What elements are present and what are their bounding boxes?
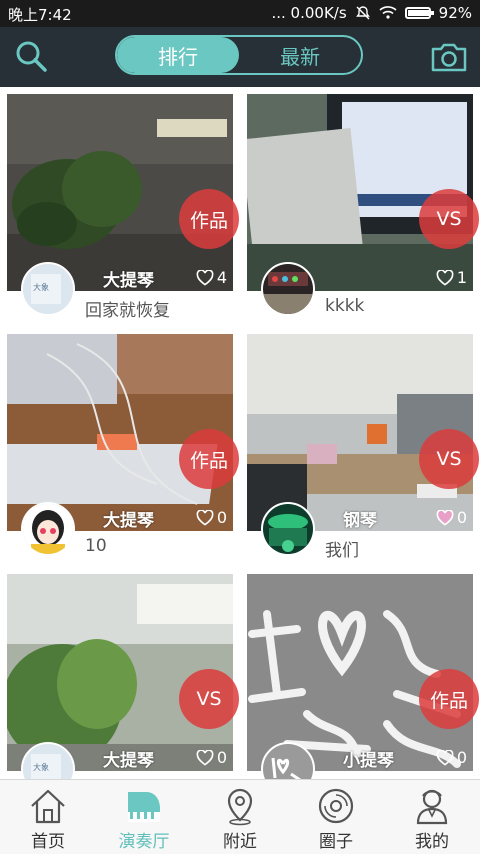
feed-card[interactable]: 作品 小提琴 0 <box>247 574 479 796</box>
feed-card[interactable]: 作品 大提琴 0 10 <box>7 334 239 566</box>
segment-control: 排行 最新 <box>115 35 363 75</box>
feed-card[interactable]: 作品 大象 大提琴 4 回家就恢复 <box>7 94 239 326</box>
mute-icon <box>355 6 370 20</box>
instrument-label: 大提琴 <box>103 751 154 771</box>
likes-count[interactable]: 0 <box>196 508 227 527</box>
user-icon <box>416 789 448 825</box>
feed-card[interactable]: VS 钢琴 0 我们 <box>247 334 479 566</box>
likes-count[interactable]: 4 <box>196 268 227 287</box>
heart-icon <box>196 269 214 286</box>
instrument-label: 大提琴 <box>103 271 154 291</box>
nav-home[interactable]: 首页 <box>0 780 96 854</box>
avatar[interactable] <box>21 502 75 556</box>
top-bar: 排行 最新 <box>0 27 480 87</box>
status-time: 晚上7:42 <box>8 6 72 24</box>
wifi-icon <box>379 6 397 19</box>
vs-badge: VS <box>179 669 239 729</box>
tab-ranking[interactable]: 排行 <box>117 37 239 73</box>
instrument-label: 小提琴 <box>343 751 394 771</box>
location-pin-icon <box>227 788 253 826</box>
instrument-label: 钢琴 <box>343 511 377 531</box>
post-title: 回家就恢复 <box>85 301 170 321</box>
battery-percent: 92% <box>438 4 472 22</box>
bottom-nav: 首页 演奏厅 附近 圈子 我的 <box>0 779 480 854</box>
work-badge: 作品 <box>419 669 479 729</box>
instrument-label: 大提琴 <box>103 511 154 531</box>
network-speed: ... 0.00K/s <box>271 4 347 22</box>
likes-count[interactable]: 0 <box>196 748 227 767</box>
svg-text:大象: 大象 <box>33 762 49 772</box>
post-title: 我们 <box>325 541 359 561</box>
home-icon <box>31 789 65 824</box>
heart-icon <box>436 509 454 526</box>
feed-card[interactable]: VS 大象 大提琴 0 <box>7 574 239 796</box>
likes-count[interactable]: 0 <box>436 748 467 767</box>
work-badge: 作品 <box>179 429 239 489</box>
vs-badge: VS <box>419 189 479 249</box>
heart-icon <box>436 749 454 766</box>
nav-circle[interactable]: 圈子 <box>288 780 384 854</box>
piano-icon <box>128 792 160 822</box>
search-icon[interactable] <box>14 39 48 73</box>
heart-icon <box>436 269 454 286</box>
nav-nearby[interactable]: 附近 <box>192 780 288 854</box>
status-bar: 晚上7:42 ... 0.00K/s 92% <box>0 0 480 27</box>
camera-icon[interactable] <box>430 41 468 73</box>
nav-profile[interactable]: 我的 <box>384 780 480 854</box>
nav-concert-hall[interactable]: 演奏厅 <box>96 780 192 854</box>
likes-count[interactable]: 1 <box>436 268 467 287</box>
battery-icon <box>404 7 434 19</box>
disc-icon <box>318 788 354 824</box>
svg-text:大象: 大象 <box>33 282 49 292</box>
vs-badge: VS <box>419 429 479 489</box>
tab-latest[interactable]: 最新 <box>239 37 361 73</box>
post-title: kkkk <box>325 296 365 316</box>
avatar[interactable] <box>261 502 315 556</box>
post-title: 10 <box>85 536 107 556</box>
heart-icon <box>196 749 214 766</box>
likes-count[interactable]: 0 <box>436 508 467 527</box>
feed-card[interactable]: VS 1 kkkk <box>247 94 479 326</box>
heart-icon <box>196 509 214 526</box>
avatar[interactable]: 大象 <box>21 262 75 316</box>
avatar[interactable] <box>261 262 315 316</box>
work-badge: 作品 <box>179 189 239 249</box>
